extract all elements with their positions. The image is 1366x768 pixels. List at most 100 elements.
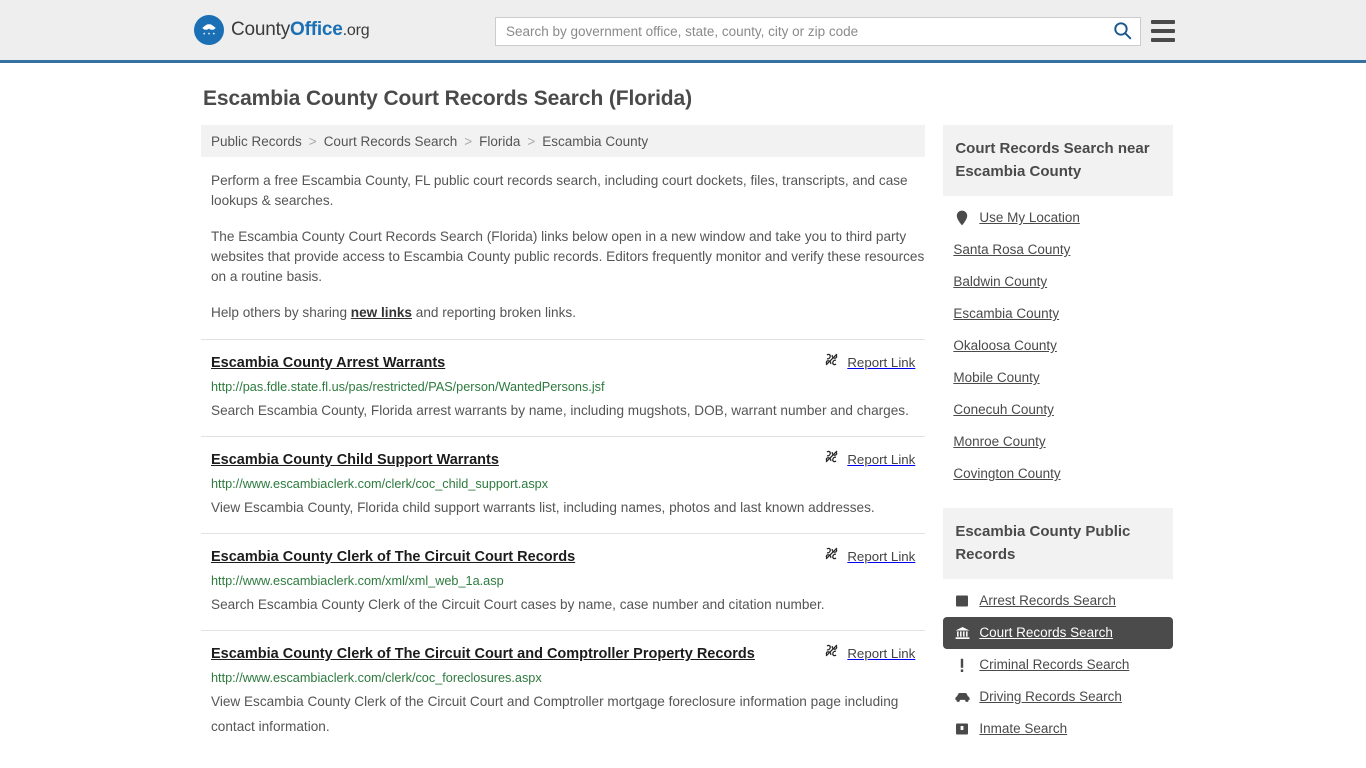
sidebar-item-label: Arrest Records Search	[979, 593, 1116, 608]
sidebar-item-baldwin-county[interactable]: Baldwin County	[943, 266, 1173, 298]
sidebar-item-okaloosa-county[interactable]: Okaloosa County	[943, 330, 1173, 362]
breadcrumb-item-public-records[interactable]: Public Records	[211, 134, 302, 149]
car-icon	[953, 691, 971, 703]
sidebar-item-criminal-records-search[interactable]: Criminal Records Search	[943, 649, 1173, 681]
breadcrumb-item-escambia-county: Escambia County	[542, 133, 649, 149]
result-description: Search Escambia County Clerk of the Circ…	[211, 597, 825, 612]
hamburger-bar	[1151, 38, 1175, 42]
sidebar-item-label: Baldwin County	[953, 274, 1048, 289]
site-logo[interactable]: CountyOffice.org	[194, 15, 370, 45]
breadcrumb-item-court-records-search[interactable]: Court Records Search	[324, 134, 458, 149]
content-columns: Public Records > Court Records Search > …	[193, 125, 1173, 763]
intro-text: Perform a free Escambia County, FL publi…	[201, 171, 925, 323]
logo-text-office: Office	[290, 19, 343, 40]
sidebar-item-label: Escambia County	[953, 306, 1060, 321]
intro-paragraph-1: Perform a free Escambia County, FL publi…	[211, 173, 908, 208]
breadcrumb-separator: >	[527, 133, 536, 149]
exclamation-icon	[953, 658, 971, 673]
sidebar-item-label: Criminal Records Search	[979, 657, 1130, 672]
breadcrumb-item-florida[interactable]: Florida	[479, 134, 520, 149]
sidebar-item-label: Inmate Search	[979, 721, 1068, 736]
sidebar-item-santa-rosa-county[interactable]: Santa Rosa County	[943, 234, 1173, 266]
result-url[interactable]: http://pas.fdle.state.fl.us/pas/restrict…	[211, 379, 915, 395]
sidebar-nearby-list: Use My Location Santa Rosa County Baldwi…	[943, 196, 1173, 490]
sidebar-item-label: Court Records Search	[979, 625, 1113, 640]
sidebar-item-inmate-search[interactable]: Inmate Search	[943, 713, 1173, 745]
result-title-link[interactable]: Escambia County Arrest Warrants	[211, 354, 445, 373]
intro-paragraph-2: The Escambia County Court Records Search…	[211, 229, 925, 284]
result-item: Escambia County Clerk of The Circuit Cou…	[201, 533, 926, 630]
report-link-button[interactable]: Report Link	[824, 643, 915, 663]
intro-p3-before: Help others by sharing	[211, 305, 351, 320]
result-header: Escambia County Clerk of The Circuit Cou…	[211, 546, 915, 567]
report-link-button[interactable]: Report Link	[824, 449, 915, 469]
sidebar-nearby-heading: Court Records Search near Escambia Count…	[943, 125, 1173, 196]
hamburger-bar	[1151, 29, 1175, 33]
sidebar-item-label: Driving Records Search	[979, 689, 1122, 704]
logo-text-org: .org	[342, 22, 370, 39]
eagle-stars-icon	[194, 15, 224, 45]
report-link-label: Report Link	[847, 451, 916, 467]
sidebar-public-records-box: Escambia County Public Records Arrest Re…	[943, 508, 1173, 745]
result-title-link[interactable]: Escambia County Clerk of The Circuit Cou…	[211, 645, 755, 664]
sidebar-item-covington-county[interactable]: Covington County	[943, 458, 1173, 490]
result-title-link[interactable]: Escambia County Clerk of The Circuit Cou…	[211, 548, 575, 567]
new-links-link[interactable]: new links	[351, 305, 412, 320]
jail-door-icon	[953, 722, 971, 736]
sidebar-item-driving-records-search[interactable]: Driving Records Search	[943, 681, 1173, 713]
result-description: Search Escambia County, Florida arrest w…	[211, 403, 909, 418]
sidebar-item-use-my-location[interactable]: Use My Location	[943, 202, 1173, 234]
search-button[interactable]	[1104, 18, 1140, 45]
broken-link-icon	[824, 449, 839, 469]
result-description: View Escambia County Clerk of the Circui…	[211, 694, 899, 734]
page-title: Escambia County Court Records Search (Fl…	[203, 87, 693, 110]
report-link-label: Report Link	[847, 548, 916, 564]
site-header: CountyOffice.org	[0, 0, 1366, 63]
breadcrumb: Public Records > Court Records Search > …	[201, 125, 926, 157]
sidebar-item-monroe-county[interactable]: Monroe County	[943, 426, 1173, 458]
sidebar-item-label: Okaloosa County	[953, 338, 1057, 353]
result-item: Escambia County Child Support Warrants R…	[201, 436, 926, 533]
search-bar	[495, 17, 1141, 46]
search-input[interactable]	[496, 18, 1104, 45]
broken-link-icon	[824, 546, 839, 566]
fingerprint-card-icon	[953, 594, 971, 608]
sidebar-item-escambia-county[interactable]: Escambia County	[943, 298, 1173, 330]
sidebar-item-label: Use My Location	[979, 210, 1080, 225]
sidebar-item-label: Santa Rosa County	[953, 242, 1071, 257]
result-description: View Escambia County, Florida child supp…	[211, 500, 875, 515]
report-link-label: Report Link	[847, 645, 916, 661]
sidebar-public-records-list: Arrest Records Search Court Records Sear…	[943, 579, 1173, 745]
site-logo-text: CountyOffice.org	[231, 19, 370, 41]
result-title-link[interactable]: Escambia County Child Support Warrants	[211, 451, 499, 470]
breadcrumb-separator: >	[464, 133, 473, 149]
result-url[interactable]: http://www.escambiaclerk.com/xml/xml_web…	[211, 573, 915, 589]
broken-link-icon	[824, 643, 839, 663]
logo-text-county: County	[231, 19, 291, 40]
result-url[interactable]: http://www.escambiaclerk.com/clerk/coc_c…	[211, 476, 915, 492]
hamburger-menu-icon[interactable]	[1151, 20, 1175, 42]
main-content: Public Records > Court Records Search > …	[201, 125, 926, 752]
report-link-label: Report Link	[847, 354, 916, 370]
sidebar-nearby-box: Court Records Search near Escambia Count…	[943, 125, 1173, 490]
sidebar-item-label: Mobile County	[953, 370, 1040, 385]
hamburger-bar	[1151, 20, 1175, 24]
report-link-button[interactable]: Report Link	[824, 352, 915, 372]
intro-paragraph-3: Help others by sharing new links and rep…	[211, 303, 925, 323]
sidebar-item-conecuh-county[interactable]: Conecuh County	[943, 394, 1173, 426]
report-link-button[interactable]: Report Link	[824, 546, 915, 566]
map-pin-icon	[953, 210, 971, 226]
intro-p3-after: and reporting broken links.	[412, 305, 576, 320]
result-header: Escambia County Arrest Warrants Report L…	[211, 352, 915, 373]
result-item: Escambia County Arrest Warrants Report L…	[201, 339, 926, 436]
sidebar-item-arrest-records-search[interactable]: Arrest Records Search	[943, 585, 1173, 617]
page-container: Escambia County Court Records Search (Fl…	[193, 63, 1173, 763]
sidebar-item-court-records-search[interactable]: Court Records Search	[943, 617, 1173, 649]
result-url[interactable]: http://www.escambiaclerk.com/clerk/coc_f…	[211, 670, 915, 686]
breadcrumb-separator: >	[308, 133, 317, 149]
courthouse-icon	[953, 626, 971, 640]
sidebar-item-label: Monroe County	[953, 434, 1046, 449]
sidebar-item-label: Covington County	[953, 466, 1061, 481]
sidebar-public-records-heading: Escambia County Public Records	[943, 508, 1173, 579]
sidebar-item-mobile-county[interactable]: Mobile County	[943, 362, 1173, 394]
